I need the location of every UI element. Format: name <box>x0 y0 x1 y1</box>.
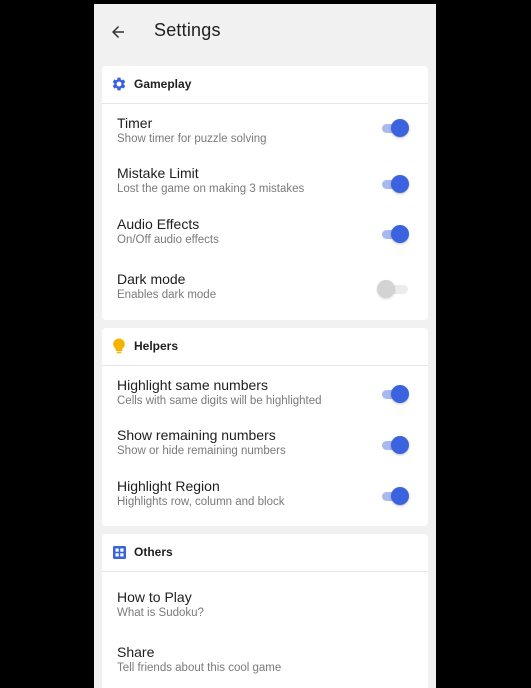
setting-title: Highlight Region <box>117 478 220 494</box>
setting-title: Dark mode <box>117 271 186 287</box>
setting-subtitle: Highlights row, column and block <box>117 496 285 508</box>
setting-highlight-same-numbers[interactable]: Highlight same numbers Cells with same d… <box>102 366 428 416</box>
menu-subtitle: Tell friends about this cool game <box>117 662 282 674</box>
setting-title: Audio Effects <box>117 216 200 232</box>
mistake-limit-toggle[interactable] <box>382 175 409 193</box>
helpers-card: Helpers Highlight same numbers Cells wit… <box>102 328 428 526</box>
arrow-left-icon <box>112 26 124 38</box>
menu-subtitle: What is Sudoku? <box>117 607 204 619</box>
timer-toggle[interactable] <box>382 119 409 137</box>
setting-subtitle: Enables dark mode <box>117 289 217 301</box>
helpers-header-label: Helpers <box>134 339 179 353</box>
apps-grid-icon <box>111 544 127 560</box>
setting-show-remaining-numbers[interactable]: Show remaining numbers Show or hide rema… <box>102 417 428 467</box>
gameplay-section-header: Gameplay <box>102 66 428 104</box>
gear-icon <box>111 76 127 92</box>
back-button[interactable] <box>104 18 132 46</box>
audio-effects-toggle[interactable] <box>382 225 409 243</box>
setting-timer[interactable]: Timer Show timer for puzzle solving <box>102 104 428 154</box>
helpers-section-header: Helpers <box>102 328 428 366</box>
setting-subtitle: Show timer for puzzle solving <box>117 133 267 145</box>
highlight-same-numbers-toggle[interactable] <box>382 385 409 403</box>
setting-subtitle: Cells with same digits will be highlight… <box>117 395 322 407</box>
others-card: Others How to Play What is Sudoku? Share… <box>102 534 428 688</box>
menu-how-to-play[interactable]: How to Play What is Sudoku? <box>102 579 428 629</box>
page-title: Settings <box>154 20 221 40</box>
setting-highlight-region[interactable]: Highlight Region Highlights row, column … <box>102 468 428 518</box>
setting-title: Highlight same numbers <box>117 377 268 393</box>
others-header-label: Others <box>134 545 173 559</box>
setting-title: Show remaining numbers <box>117 427 276 443</box>
setting-audio-effects[interactable]: Audio Effects On/Off audio effects <box>102 206 428 256</box>
setting-title: Mistake Limit <box>117 165 199 181</box>
dark-mode-toggle[interactable] <box>377 280 408 298</box>
highlight-region-toggle[interactable] <box>382 487 409 505</box>
app-bar: Settings <box>94 4 436 60</box>
lightbulb-icon <box>111 338 127 354</box>
setting-subtitle: Show or hide remaining numbers <box>117 445 286 457</box>
settings-screen: Settings Gameplay Timer Show timer for p… <box>94 4 436 688</box>
setting-title: Timer <box>117 115 153 131</box>
setting-dark-mode[interactable]: Dark mode Enables dark mode <box>102 261 428 311</box>
gameplay-card: Gameplay Timer Show timer for puzzle sol… <box>102 66 428 320</box>
setting-subtitle: Lost the game on making 3 mistakes <box>117 183 305 195</box>
menu-title: How to Play <box>117 589 192 605</box>
menu-title: Share <box>117 644 155 660</box>
menu-share[interactable]: Share Tell friends about this cool game <box>102 634 428 684</box>
others-section-header: Others <box>102 534 428 572</box>
setting-mistake-limit[interactable]: Mistake Limit Lost the game on making 3 … <box>102 155 428 205</box>
show-remaining-numbers-toggle[interactable] <box>382 436 409 454</box>
setting-subtitle: On/Off audio effects <box>117 234 219 246</box>
gameplay-header-label: Gameplay <box>134 77 192 91</box>
